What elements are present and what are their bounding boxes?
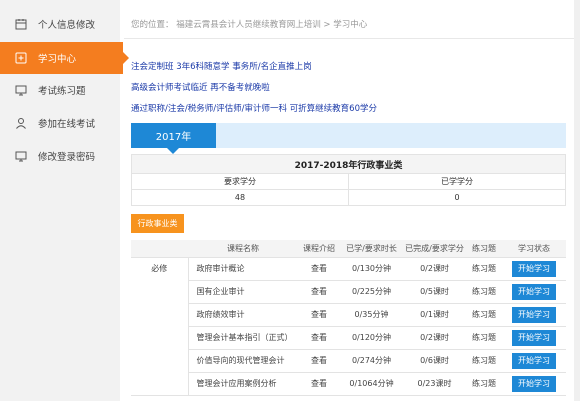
- table-row: 必修 政府审计概论 查看 0/130分钟 0/2课时 练习题 开始学习: [131, 257, 566, 396]
- earned-credits-header: 已学学分: [348, 173, 566, 190]
- column-header: 已完成/要求学分: [403, 240, 466, 258]
- course-credit: 0/23课时: [403, 372, 466, 396]
- plus-box-icon: [14, 51, 28, 65]
- column-header: 已学/要求时长: [340, 240, 403, 258]
- group-label: 必修: [131, 257, 189, 396]
- start-learning-button[interactable]: 开始学习: [512, 329, 556, 346]
- table-row: 国有企业审计 查看 0/225分钟 0/5课时 练习题 开始学习: [131, 280, 566, 304]
- table-row: 价值导向的现代管理会计 查看 0/274分钟 0/6课时 练习题 开始学习: [131, 349, 566, 373]
- course-name: 政府绩效审计: [187, 303, 298, 327]
- course-name: 政府审计概论: [187, 257, 298, 281]
- column-header: 课程介绍: [298, 240, 340, 258]
- course-name: 价值导向的现代管理会计: [187, 349, 298, 373]
- course-practice-link[interactable]: 练习题: [466, 326, 502, 350]
- course-name: 管理会计应用案例分析: [187, 372, 298, 396]
- course-intro-link[interactable]: 查看: [298, 257, 340, 281]
- course-name: 管理会计基本指引（正式）: [187, 326, 298, 350]
- sidebar: 个人信息修改 学习中心 考试练习题 参加在线考试 修改登录密码: [0, 0, 129, 401]
- course-time: 0/130分钟: [340, 257, 403, 281]
- required-credits-value: 48: [131, 189, 349, 206]
- course-practice-link[interactable]: 练习题: [466, 372, 502, 396]
- sidebar-item-label: 修改登录密码: [38, 152, 96, 163]
- course-time: 0/225分钟: [340, 280, 403, 304]
- calendar-icon: [14, 17, 28, 31]
- sidebar-item-label: 学习中心: [38, 54, 77, 65]
- course-intro-link[interactable]: 查看: [298, 349, 340, 373]
- sidebar-item-label: 考试练习题: [38, 86, 86, 97]
- course-time: 0/274分钟: [340, 349, 403, 373]
- column-header: 练习题: [466, 240, 502, 258]
- sidebar-item-label: 参加在线考试: [38, 119, 96, 130]
- promo-link-senior-accountant[interactable]: 高级会计师考试临近 再不备考就晚啦: [131, 81, 270, 93]
- course-credit: 0/2课时: [403, 326, 466, 350]
- promo-link-cpa[interactable]: 注会定制班 3年6科随意学 事务所/名企直推上岗: [131, 60, 312, 72]
- course-intro-link[interactable]: 查看: [298, 372, 340, 396]
- category-button[interactable]: 行政事业类: [131, 214, 184, 233]
- start-learning-button[interactable]: 开始学习: [512, 260, 556, 277]
- course-practice-link[interactable]: 练习题: [466, 303, 502, 327]
- column-header: 学习状态: [502, 240, 566, 258]
- group-header: [131, 240, 188, 258]
- start-learning-button[interactable]: 开始学习: [512, 352, 556, 369]
- user-icon: [14, 116, 28, 130]
- course-time: 0/120分钟: [340, 326, 403, 350]
- credit-summary-table: 2017-2018年行政事业类 要求学分 已学学分 48 0: [131, 154, 566, 206]
- table-row: 政府绩效审计 查看 0/35分钟 0/1课时 练习题 开始学习: [131, 303, 566, 327]
- summary-title: 2017-2018年行政事业类: [131, 154, 566, 174]
- earned-credits-value: 0: [348, 189, 566, 206]
- promo-link-credit-conversion[interactable]: 通过职称/注会/税务师/评估师/审计师一科 可折算继续教育60学分: [131, 102, 377, 114]
- scrollbar[interactable]: [574, 0, 580, 401]
- sidebar-item-learning-center[interactable]: 学习中心: [0, 42, 129, 74]
- course-practice-link[interactable]: 练习题: [466, 349, 502, 373]
- column-header: 课程名称: [188, 240, 298, 258]
- sidebar-item-practice[interactable]: 考试练习题: [0, 74, 120, 106]
- course-credit: 0/2课时: [403, 257, 466, 281]
- course-name: 国有企业审计: [187, 280, 298, 304]
- course-credit: 0/6课时: [403, 349, 466, 373]
- course-time: 0/35分钟: [340, 303, 403, 327]
- monitor-icon: [14, 149, 28, 163]
- breadcrumb: 您的位置： 福建云霄县会计人员继续教育网上培训 > 学习中心: [131, 20, 368, 30]
- table-row: 管理会计应用案例分析 查看 0/1064分钟 0/23课时 练习题 开始学习: [131, 372, 566, 396]
- start-learning-button[interactable]: 开始学习: [512, 283, 556, 300]
- course-practice-link[interactable]: 练习题: [466, 257, 502, 281]
- sidebar-item-change-password[interactable]: 修改登录密码: [0, 140, 120, 172]
- sidebar-item-online-exam[interactable]: 参加在线考试: [0, 107, 120, 139]
- course-intro-link[interactable]: 查看: [298, 280, 340, 304]
- course-table-header: 课程名称 课程介绍 已学/要求时长 已完成/要求学分 练习题 学习状态: [131, 240, 566, 258]
- tab-year-2017[interactable]: 2017年: [131, 123, 216, 154]
- course-intro-link[interactable]: 查看: [298, 303, 340, 327]
- table-row: 管理会计基本指引（正式） 查看 0/120分钟 0/2课时 练习题 开始学习: [131, 326, 566, 350]
- divider: [124, 38, 580, 39]
- course-credit: 0/1课时: [403, 303, 466, 327]
- course-intro-link[interactable]: 查看: [298, 326, 340, 350]
- course-credit: 0/5课时: [403, 280, 466, 304]
- course-practice-link[interactable]: 练习题: [466, 280, 502, 304]
- sidebar-item-profile[interactable]: 个人信息修改: [0, 8, 120, 40]
- required-credits-header: 要求学分: [131, 173, 349, 190]
- sidebar-item-label: 个人信息修改: [38, 20, 96, 31]
- start-learning-button[interactable]: 开始学习: [512, 306, 556, 323]
- start-learning-button[interactable]: 开始学习: [512, 375, 556, 392]
- course-time: 0/1064分钟: [340, 372, 403, 396]
- monitor-icon: [14, 83, 28, 97]
- course-table: 课程名称 课程介绍 已学/要求时长 已完成/要求学分 练习题 学习状态 必修 政…: [131, 240, 566, 396]
